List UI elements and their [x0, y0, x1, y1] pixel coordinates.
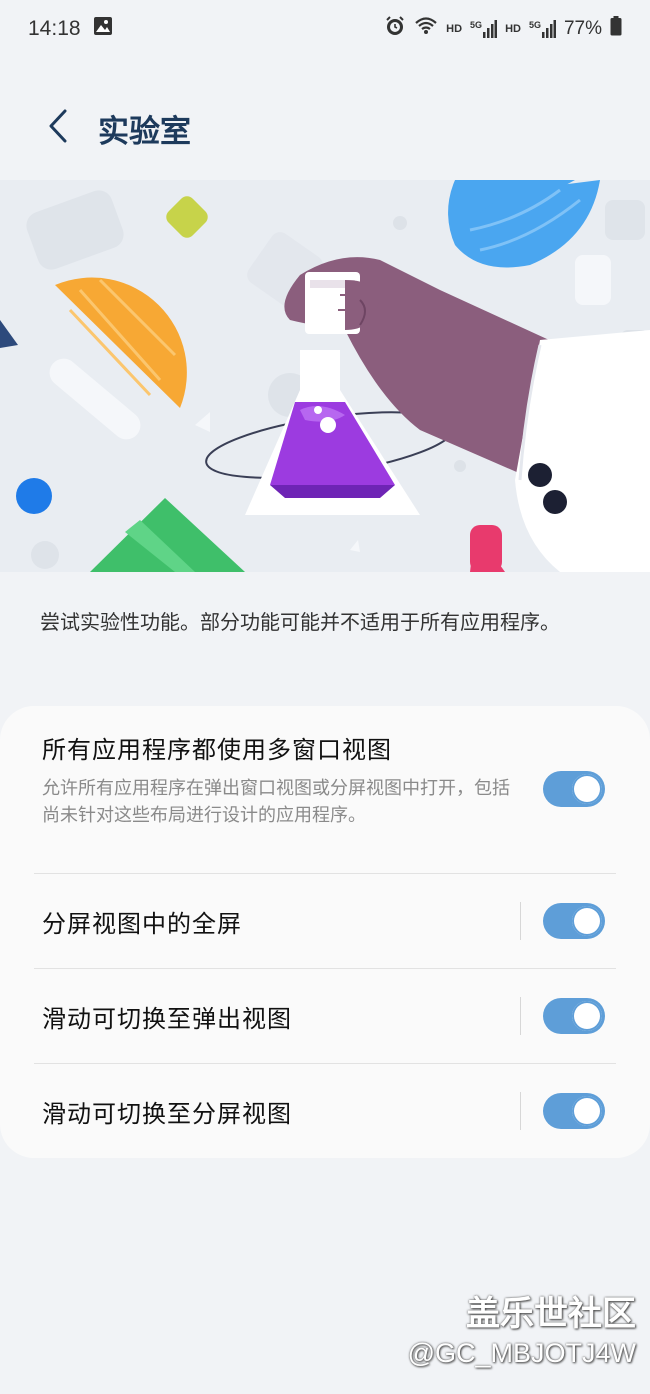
status-time: 14:18 [28, 17, 81, 40]
lab-hero-illustration [0, 180, 650, 572]
toggle-knob [572, 774, 602, 804]
setting-row-swipe-split[interactable]: 滑动可切换至分屏视图 [34, 1064, 616, 1159]
gallery-notification-icon [93, 16, 113, 42]
toggle-knob [572, 1001, 602, 1031]
settings-card: 所有应用程序都使用多窗口视图 允许所有应用程序在弹出窗口视图或分屏视图中打开，包… [0, 706, 650, 1158]
setting-row-fullscreen-split[interactable]: 分屏视图中的全屏 [34, 874, 616, 969]
setting-title: 滑动可切换至分屏视图 [42, 1100, 292, 1128]
status-bar: 14:18 HD 5G HD 5G 77% [0, 0, 650, 58]
setting-row-swipe-popup[interactable]: 滑动可切换至弹出视图 [34, 969, 616, 1064]
swipe-split-toggle[interactable] [543, 1093, 605, 1129]
setting-subtitle: 允许所有应用程序在弹出窗口视图或分屏视图中打开，包括尚未针对这些布局进行设计的应… [42, 778, 510, 826]
signal-icon: 5G [470, 20, 498, 38]
hd-indicator: HD [446, 23, 463, 35]
multiwindow-toggle[interactable] [543, 771, 605, 807]
wifi-icon [414, 16, 438, 42]
row-separator [520, 997, 521, 1035]
toggle-knob [572, 906, 602, 936]
page-title: 实验室 [98, 113, 191, 150]
alarm-icon [384, 15, 406, 43]
network-type-label-2: 5G [528, 20, 541, 30]
swipe-popup-toggle[interactable] [543, 998, 605, 1034]
setting-title: 滑动可切换至弹出视图 [42, 1005, 292, 1033]
back-button[interactable] [28, 98, 88, 158]
setting-title: 分屏视图中的全屏 [42, 910, 242, 938]
chevron-left-icon [47, 108, 69, 148]
battery-percent: 77% [563, 18, 602, 39]
watermark-user: @GC_MBJOTJ4W [407, 1338, 636, 1368]
setting-title: 所有应用程序都使用多窗口视图 [42, 736, 392, 764]
hd-indicator-2: HD [505, 23, 521, 35]
lab-description: 尝试实验性功能。部分功能可能并不适用于所有应用程序。 [40, 610, 560, 634]
network-type-label: 5G [470, 20, 483, 30]
watermark-brand: 盖乐世社区 [466, 1294, 636, 1334]
battery-icon [610, 16, 622, 42]
signal-icon-2: 5G [529, 20, 556, 38]
row-separator [520, 1092, 521, 1130]
setting-text: 所有应用程序都使用多窗口视图 允许所有应用程序在弹出窗口视图或分屏视图中打开，包… [34, 730, 512, 829]
toggle-knob [572, 1096, 602, 1126]
setting-row-multiwindow[interactable]: 所有应用程序都使用多窗口视图 允许所有应用程序在弹出窗口视图或分屏视图中打开，包… [34, 730, 616, 874]
row-separator [520, 902, 521, 940]
fullscreen-split-toggle[interactable] [543, 903, 605, 939]
app-bar: 实验室 [0, 90, 650, 166]
